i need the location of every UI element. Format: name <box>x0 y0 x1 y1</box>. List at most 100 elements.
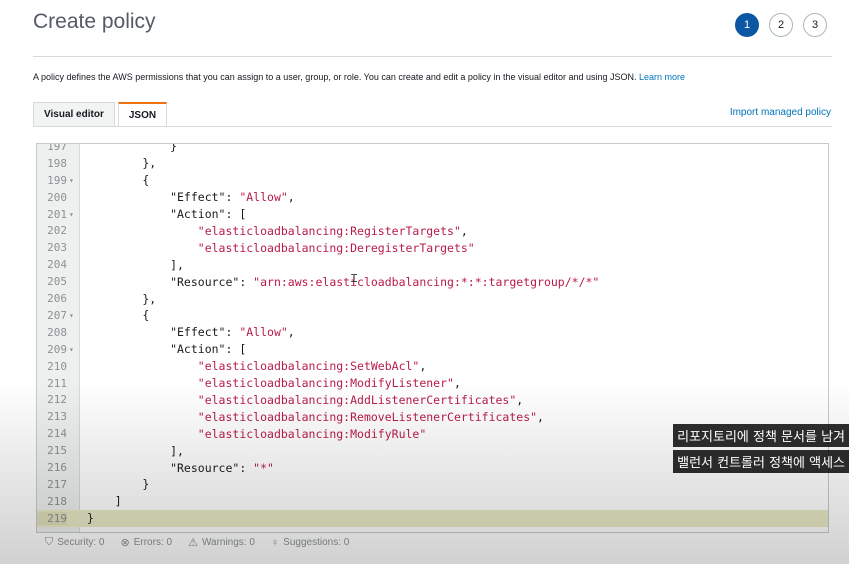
code-text: } <box>87 511 94 526</box>
validation-status-bar: ⛉ Security: 0 ⊗ Errors: 0 ⚠ Warnings: 0 ♀ Su… <box>45 536 349 549</box>
subtitle-line-2: 밸런서 컨트롤러 정책에 액세스 <box>673 450 849 473</box>
step-3[interactable]: 3 <box>803 13 827 37</box>
fold-arrow-icon[interactable]: ▾ <box>67 176 79 185</box>
code-line[interactable]: 197 } <box>37 143 828 155</box>
line-number: 198 <box>47 156 67 170</box>
line-number: 216 <box>47 461 67 475</box>
code-text: { <box>87 173 150 188</box>
line-number: 210 <box>47 359 67 373</box>
json-editor[interactable]: 197 } 198 }, 199 ▾ {200 "Effect": "Allow", 2… <box>36 143 829 533</box>
fold-arrow-icon[interactable]: ▾ <box>67 345 79 354</box>
policy-description: A policy defines the AWS permissions tha… <box>33 72 685 82</box>
learn-more-link[interactable]: Learn more <box>639 72 685 82</box>
code-line[interactable]: 208 "Effect": "Allow", <box>37 324 828 341</box>
code-text: "elasticloadbalancing:RegisterTargets", <box>197 223 468 238</box>
code-text: "elasticloadbalancing:ModifyRule" <box>197 426 427 441</box>
shield-icon: ⛉ <box>45 536 54 548</box>
code-line[interactable]: 218 ] <box>37 493 828 510</box>
line-number: 204 <box>47 258 67 272</box>
code-text: ], <box>87 257 184 272</box>
line-number: 205 <box>47 275 67 289</box>
code-line[interactable]: 199 ▾ { <box>37 172 828 189</box>
description-text: A policy defines the AWS permissions tha… <box>33 72 637 82</box>
import-managed-policy-link[interactable]: Import managed policy <box>730 107 831 118</box>
step-2[interactable]: 2 <box>769 13 793 37</box>
code-text: "elasticloadbalancing:RemoveListenerCert… <box>197 409 544 424</box>
errors-label: Errors: 0 <box>133 537 173 548</box>
code-text: }, <box>87 291 157 306</box>
code-line[interactable]: 213 "elasticloadbalancing:RemoveListener… <box>37 408 828 425</box>
code-line[interactable]: 209 ▾ "Action": [ <box>37 341 828 358</box>
lightbulb-icon: ♀ <box>270 536 280 549</box>
code-line[interactable]: 201 ▾ "Action": [ <box>37 206 828 223</box>
code-line[interactable]: 206 }, <box>37 290 828 307</box>
code-line[interactable]: 205 "Resource": "arn:aws:elasticloadbala… <box>37 273 828 290</box>
code-line[interactable]: 198 }, <box>37 155 828 172</box>
code-line[interactable]: 212 "elasticloadbalancing:AddListenerCer… <box>37 392 828 409</box>
warning-icon: ⚠ <box>188 537 198 549</box>
code-line[interactable]: 202 "elasticloadbalancing:RegisterTarget… <box>37 223 828 240</box>
code-line[interactable]: 204 ], <box>37 256 828 273</box>
code-text: ], <box>87 443 184 458</box>
line-number: 202 <box>47 224 67 238</box>
line-number: 218 <box>47 494 67 508</box>
errors-count[interactable]: ⊗ Errors: 0 <box>121 536 173 549</box>
error-icon: ⊗ <box>120 537 130 549</box>
code-text: "Resource": "arn:aws:elasticloadbalancin… <box>87 274 600 289</box>
wizard-steps: 1 2 3 <box>735 13 827 37</box>
code-text: "Effect": "Allow", <box>87 190 295 205</box>
fold-arrow-icon[interactable]: ▾ <box>67 311 79 320</box>
code-line[interactable]: 207 ▾ { <box>37 307 828 324</box>
code-line[interactable]: 217 } <box>37 476 828 493</box>
line-number: 211 <box>47 376 67 390</box>
line-number: 207 <box>47 308 67 322</box>
editor-tabs: Visual editor JSON <box>33 102 168 126</box>
text-cursor-icon: Ɪ <box>351 272 358 285</box>
security-label: Security: 0 <box>57 537 105 548</box>
line-number: 217 <box>47 477 67 491</box>
line-number: 209 <box>47 342 67 356</box>
divider <box>33 56 832 57</box>
line-number: 199 <box>47 173 67 187</box>
code-text: } <box>87 143 178 154</box>
code-line[interactable]: 219} <box>37 509 828 527</box>
warnings-count[interactable]: ⚠ Warnings: 0 <box>188 536 255 549</box>
line-number: 212 <box>47 393 67 407</box>
code-text: }, <box>87 156 157 171</box>
code-line[interactable]: 200 "Effect": "Allow", <box>37 189 828 206</box>
code-line[interactable]: 210 "elasticloadbalancing:SetWebAcl", <box>37 358 828 375</box>
suggestions-count[interactable]: ♀ Suggestions: 0 <box>271 536 349 549</box>
line-number: 215 <box>47 444 67 458</box>
tab-visual-editor[interactable]: Visual editor <box>33 102 115 126</box>
suggestions-label: Suggestions: 0 <box>283 537 350 548</box>
code-text: "elasticloadbalancing:DeregisterTargets" <box>197 240 475 255</box>
step-1[interactable]: 1 <box>735 13 759 37</box>
line-number: 219 <box>37 511 67 525</box>
code-text: "Action": [ <box>87 207 247 222</box>
code-text: "elasticloadbalancing:ModifyListener", <box>197 376 461 391</box>
subtitle-line-1: 리포지토리에 정책 문서를 남겨 <box>673 424 849 447</box>
line-number: 213 <box>47 410 67 424</box>
code-text: { <box>87 308 150 323</box>
line-number: 200 <box>47 190 67 204</box>
code-text: "Action": [ <box>87 342 247 357</box>
code-line[interactable]: 211 "elasticloadbalancing:ModifyListener… <box>37 375 828 392</box>
video-subtitles: 리포지토리에 정책 문서를 남겨 밸런서 컨트롤러 정책에 액세스 <box>673 424 849 473</box>
tab-divider <box>33 126 832 127</box>
line-number: 206 <box>47 292 67 306</box>
tab-json[interactable]: JSON <box>117 102 168 126</box>
line-number: 214 <box>47 427 67 441</box>
code-text: } <box>87 477 150 492</box>
code-text: "Resource": "*" <box>87 460 274 475</box>
code-text: "elasticloadbalancing:AddListenerCertifi… <box>197 392 524 407</box>
code-text: "Effect": "Allow", <box>87 325 295 340</box>
warnings-label: Warnings: 0 <box>201 537 255 548</box>
line-number: 201 <box>47 207 67 221</box>
line-number: 208 <box>47 325 67 339</box>
code-text: "elasticloadbalancing:SetWebAcl", <box>197 359 427 374</box>
code-line[interactable]: 203 "elasticloadbalancing:DeregisterTarg… <box>37 239 828 256</box>
code-text: ] <box>87 494 122 509</box>
security-count[interactable]: ⛉ Security: 0 <box>45 536 105 549</box>
line-number: 203 <box>47 241 67 255</box>
fold-arrow-icon[interactable]: ▾ <box>67 210 79 219</box>
